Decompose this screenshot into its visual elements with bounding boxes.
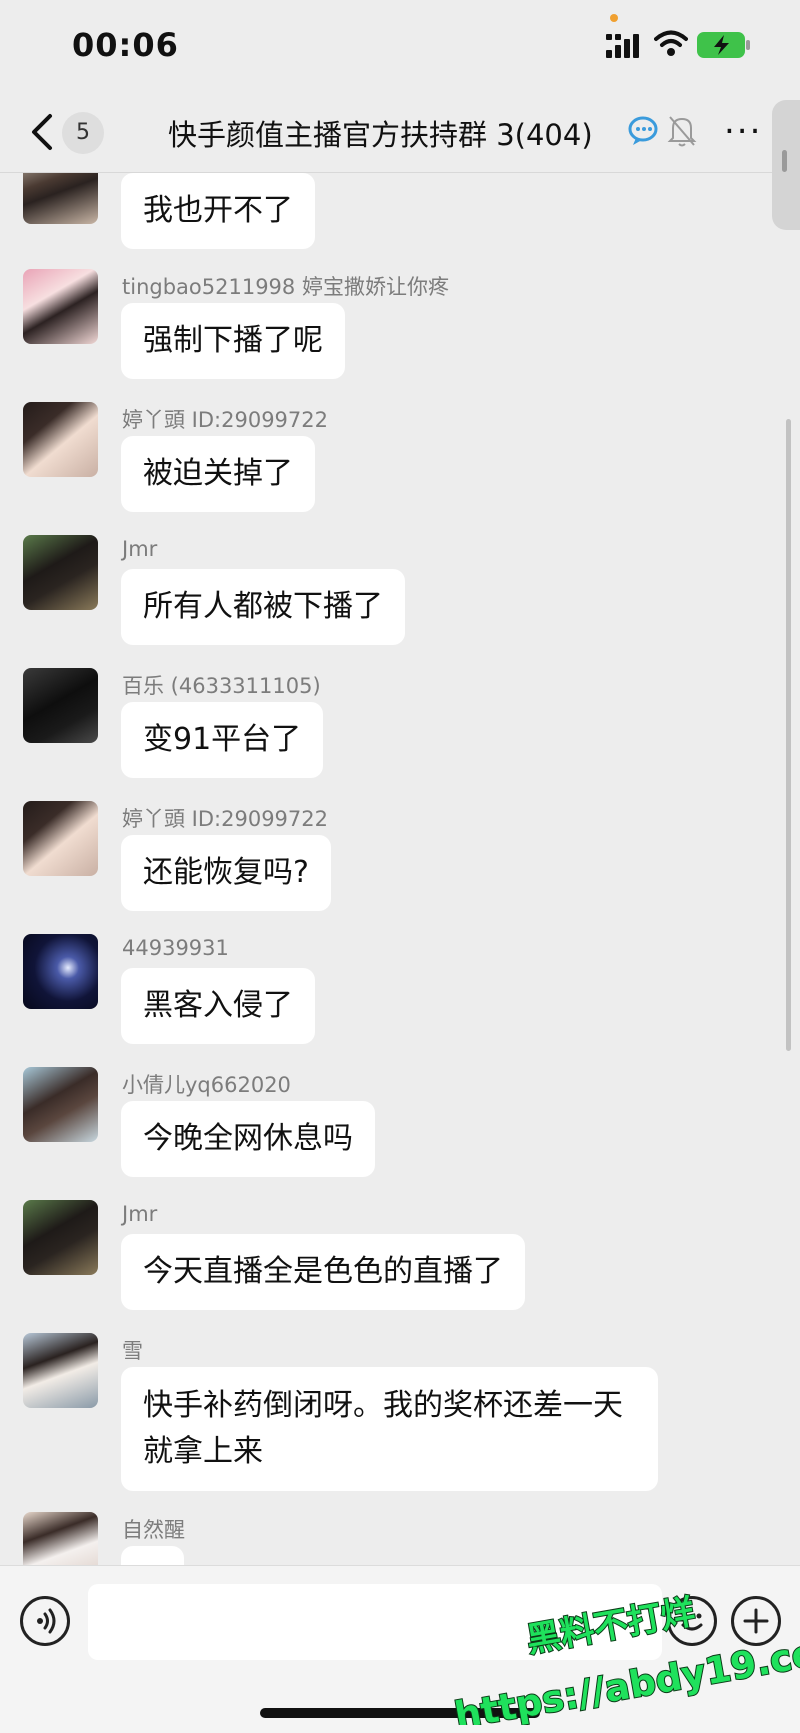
more-icon[interactable]: ... — [724, 102, 762, 142]
sender-name: 自然醒 — [122, 1518, 185, 1542]
chat-title: 快手颜值主播官方扶持群 3(404) — [168, 118, 593, 152]
recording-dot-icon — [610, 14, 618, 22]
avatar[interactable] — [23, 269, 98, 344]
sender-name: 婷丫頭 ID:29099722 — [122, 408, 329, 432]
unread-count-badge[interactable]: 5 — [62, 112, 104, 154]
chat-bubble-icon — [628, 116, 658, 145]
avatar[interactable] — [23, 801, 98, 876]
message-bubble[interactable]: 所有人都被下播了 — [121, 569, 405, 645]
avatar[interactable] — [23, 173, 98, 224]
bell-muted-icon — [667, 116, 697, 147]
signal-icon — [606, 34, 639, 58]
sender-name: 雪 — [122, 1339, 143, 1363]
message-scrollbar[interactable] — [786, 419, 791, 1051]
sender-name: Jmr — [122, 1202, 158, 1226]
message-bubble[interactable]: 黑客入侵了 — [121, 968, 315, 1044]
sender-name: Jmr — [122, 537, 158, 561]
message-bubble[interactable]: 今晚全网休息吗 — [121, 1101, 375, 1177]
message-bubble[interactable]: 今天直播全是色色的直播了 — [121, 1234, 525, 1310]
sender-name: 婷丫頭 ID:29099722 — [122, 807, 329, 831]
message-list: 我也开不了 tingbao5211998 婷宝撒娇让你疼 强制下播了呢 婷丫頭 … — [0, 173, 800, 1565]
chevron-left-icon[interactable] — [24, 110, 60, 154]
avatar[interactable] — [23, 668, 98, 743]
chat-header: 5 快手颜值主播官方扶持群 3(404) ... — [0, 92, 800, 173]
message-bubble[interactable]: 还能恢复吗? — [121, 835, 331, 911]
message-bubble[interactable]: 被迫关掉了 — [121, 436, 315, 512]
avatar[interactable] — [23, 402, 98, 477]
avatar[interactable] — [23, 1067, 98, 1142]
battery-charging-icon — [697, 32, 750, 58]
avatar[interactable] — [23, 1512, 98, 1565]
sender-name: 44939931 — [122, 936, 229, 960]
watermark-line1: 黑料不打烊 — [524, 1592, 698, 1661]
avatar[interactable] — [23, 1333, 98, 1408]
message-bubble[interactable]: 强制下播了呢 — [121, 303, 345, 379]
avatar[interactable] — [23, 535, 98, 610]
sender-name: 百乐 (4633311105) — [122, 674, 321, 698]
status-bar: 00:06 — [0, 0, 800, 90]
watermark: 黑料不打烊 https://abdy19.com — [450, 1591, 800, 1725]
message-bubble[interactable]: 快手补药倒闭呀。我的奖杯还差一天就拿上来 — [121, 1367, 658, 1491]
status-time: 00:06 — [72, 26, 179, 64]
side-scroll-handle — [782, 150, 787, 172]
sender-name: tingbao5211998 婷宝撒娇让你疼 — [122, 275, 449, 299]
message-bubble[interactable]: 7 — [121, 1546, 185, 1565]
avatar[interactable] — [23, 934, 98, 1009]
avatar[interactable] — [23, 1200, 98, 1275]
message-bubble[interactable]: 我也开不了 — [121, 173, 315, 249]
sender-name: 小倩儿yq662020 — [122, 1073, 291, 1097]
message-bubble[interactable]: 变91平台了 — [121, 702, 324, 778]
wifi-icon — [654, 30, 688, 56]
voice-icon[interactable] — [20, 1596, 70, 1646]
